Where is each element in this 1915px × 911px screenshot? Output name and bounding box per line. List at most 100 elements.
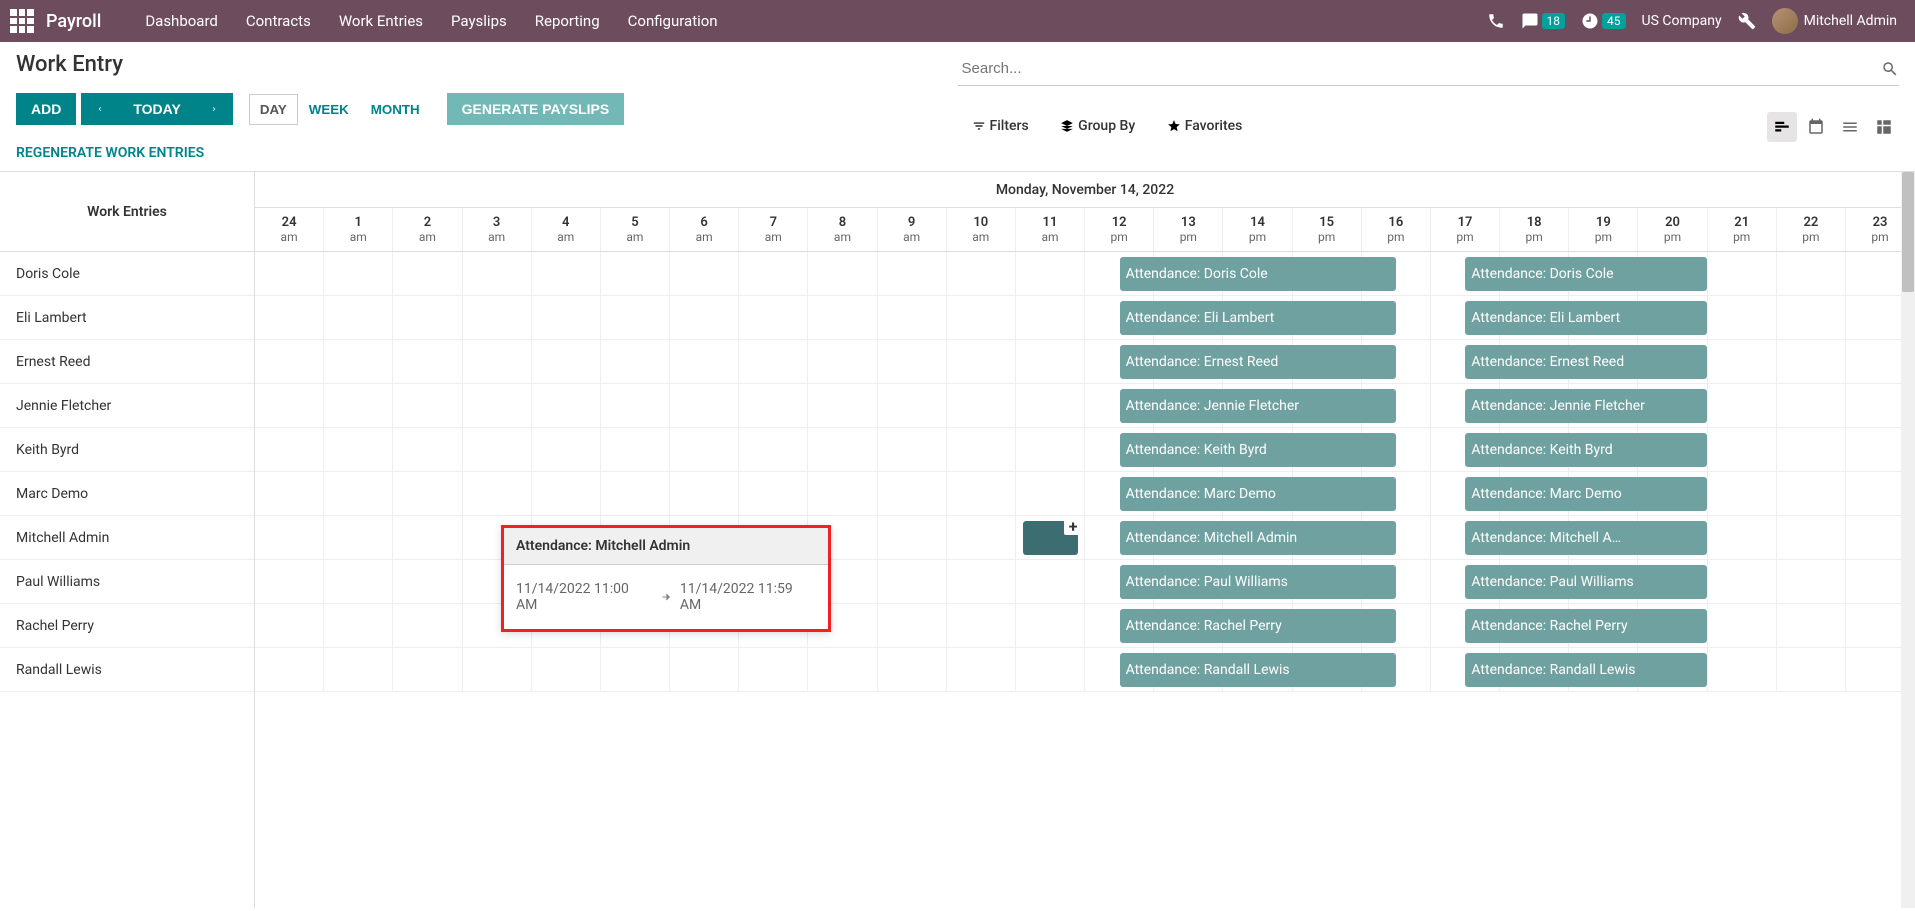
gantt-cell[interactable] <box>878 472 947 515</box>
today-button[interactable]: TODAY <box>118 93 195 125</box>
gantt-pill[interactable]: Attendance: Ernest Reed <box>1465 345 1707 379</box>
view-gantt-button[interactable] <box>1767 112 1797 142</box>
add-button[interactable]: ADD <box>16 93 76 125</box>
scrollbar-thumb[interactable] <box>1902 172 1914 292</box>
search-bar[interactable] <box>958 52 1900 86</box>
gantt-cell[interactable] <box>255 604 324 647</box>
gantt-cell[interactable] <box>947 516 1016 559</box>
nav-reporting[interactable]: Reporting <box>535 12 600 30</box>
gantt-cell[interactable] <box>1708 648 1777 691</box>
gantt-cell[interactable] <box>739 252 808 295</box>
gantt-cell[interactable] <box>255 384 324 427</box>
gantt-cell[interactable] <box>1777 384 1846 427</box>
gantt-cell[interactable] <box>1777 252 1846 295</box>
gantt-cell[interactable] <box>947 296 1016 339</box>
gantt-row-label[interactable]: Mitchell Admin <box>0 516 254 560</box>
gantt-cell[interactable] <box>670 428 739 471</box>
gantt-cell[interactable] <box>1708 472 1777 515</box>
gantt-cell[interactable] <box>324 340 393 383</box>
gantt-cell[interactable] <box>324 252 393 295</box>
gantt-cell[interactable] <box>739 472 808 515</box>
gantt-cell[interactable] <box>532 340 601 383</box>
gantt-cell[interactable] <box>1777 604 1846 647</box>
gantt-cell[interactable] <box>808 472 877 515</box>
gantt-body-row[interactable]: Attendance: Keith ByrdAttendance: Keith … <box>255 428 1915 472</box>
gantt-cell[interactable] <box>1016 428 1085 471</box>
groupby-button[interactable]: Group By <box>1060 118 1135 134</box>
gantt-pill[interactable]: Attendance: Jennie Fletcher <box>1120 389 1397 423</box>
next-button[interactable] <box>195 93 233 125</box>
gantt-cell[interactable] <box>463 428 532 471</box>
gantt-cell[interactable] <box>878 604 947 647</box>
gantt-cell[interactable] <box>1016 252 1085 295</box>
gantt-cell[interactable] <box>463 648 532 691</box>
gantt-cell[interactable] <box>532 648 601 691</box>
new-entry-pill[interactable]: + <box>1023 521 1078 555</box>
gantt-cell[interactable] <box>255 252 324 295</box>
gantt-cell[interactable] <box>393 560 462 603</box>
gantt-cell[interactable] <box>393 604 462 647</box>
gantt-pill[interactable]: Attendance: Rachel Perry <box>1120 609 1397 643</box>
gantt-cell[interactable] <box>393 296 462 339</box>
gantt-cell[interactable] <box>324 428 393 471</box>
company-selector[interactable]: US Company <box>1642 13 1722 29</box>
gantt-cell[interactable] <box>739 296 808 339</box>
gantt-body-row[interactable]: Attendance: Jennie FletcherAttendance: J… <box>255 384 1915 428</box>
apps-icon[interactable] <box>10 9 34 33</box>
gantt-cell[interactable] <box>532 428 601 471</box>
gantt-cell[interactable] <box>947 384 1016 427</box>
gantt-cell[interactable] <box>393 384 462 427</box>
gantt-cell[interactable] <box>1016 472 1085 515</box>
gantt-cell[interactable] <box>393 516 462 559</box>
gantt-row-label[interactable]: Ernest Reed <box>0 340 254 384</box>
gantt-cell[interactable] <box>601 648 670 691</box>
regenerate-work-entries-link[interactable]: REGENERATE WORK ENTRIES <box>16 145 204 161</box>
gantt-cell[interactable] <box>808 252 877 295</box>
gantt-cell[interactable] <box>739 428 808 471</box>
gantt-cell[interactable] <box>878 516 947 559</box>
gantt-cell[interactable] <box>324 648 393 691</box>
gantt-cell[interactable] <box>670 252 739 295</box>
gantt-cell[interactable] <box>601 472 670 515</box>
gantt-pill[interactable]: Attendance: Paul Williams <box>1465 565 1707 599</box>
gantt-cell[interactable] <box>947 340 1016 383</box>
tools-icon[interactable] <box>1738 12 1756 30</box>
gantt-cell[interactable] <box>255 472 324 515</box>
gantt-cell[interactable] <box>393 252 462 295</box>
scale-day-button[interactable]: DAY <box>249 94 298 125</box>
nav-configuration[interactable]: Configuration <box>628 12 718 30</box>
gantt-cell[interactable] <box>255 516 324 559</box>
gantt-cell[interactable] <box>878 340 947 383</box>
nav-contracts[interactable]: Contracts <box>246 12 311 30</box>
gantt-cell[interactable] <box>532 384 601 427</box>
gantt-row-label[interactable]: Paul Williams <box>0 560 254 604</box>
gantt-cell[interactable] <box>1777 296 1846 339</box>
app-brand[interactable]: Payroll <box>46 11 101 32</box>
gantt-cell[interactable] <box>1016 604 1085 647</box>
gantt-pill[interactable]: Attendance: Paul Williams <box>1120 565 1397 599</box>
chat-icon[interactable]: 18 <box>1521 12 1566 30</box>
gantt-pill[interactable]: Attendance: Randall Lewis <box>1465 653 1707 687</box>
gantt-cell[interactable] <box>947 560 1016 603</box>
vertical-scrollbar[interactable] <box>1901 172 1915 908</box>
gantt-body-row[interactable]: Attendance: Randall Lewis Attendance: Ran… <box>255 648 1915 692</box>
gantt-cell[interactable] <box>739 384 808 427</box>
gantt-cell[interactable] <box>1708 428 1777 471</box>
gantt-cell[interactable] <box>601 384 670 427</box>
gantt-cell[interactable] <box>1777 340 1846 383</box>
gantt-cell[interactable] <box>1016 340 1085 383</box>
gantt-cell[interactable] <box>808 428 877 471</box>
gantt-pill[interactable]: Attendance: Eli Lambert <box>1120 301 1397 335</box>
gantt-cell[interactable] <box>808 296 877 339</box>
gantt-cell[interactable] <box>1016 648 1085 691</box>
gantt-body-row[interactable]: Attendance: Eli LambertAttendance: Eli L… <box>255 296 1915 340</box>
gantt-cell[interactable] <box>739 648 808 691</box>
gantt-cell[interactable] <box>670 648 739 691</box>
gantt-cell[interactable] <box>463 472 532 515</box>
view-calendar-button[interactable] <box>1801 112 1831 142</box>
gantt-pill[interactable]: Attendance: Randall Lewis <box>1120 653 1397 687</box>
gantt-cell[interactable] <box>878 296 947 339</box>
gantt-pill[interactable]: Attendance: Mitchell Admin <box>1120 521 1397 555</box>
gantt-cell[interactable] <box>324 472 393 515</box>
gantt-cell[interactable] <box>878 648 947 691</box>
